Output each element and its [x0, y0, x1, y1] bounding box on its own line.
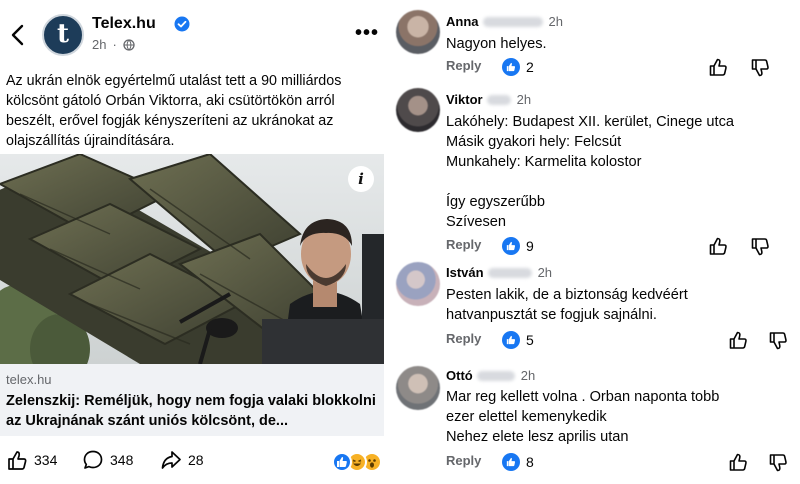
comment-likes-value: 5: [526, 332, 534, 348]
comment-line: Másik gyakori hely: Felcsút: [446, 134, 622, 150]
like-badge-icon: [502, 453, 520, 471]
comment-line: Munkahely: Karmelita kolostor: [446, 154, 642, 170]
thumbs-down-icon[interactable]: [768, 331, 788, 351]
comment-button[interactable]: 348: [82, 449, 133, 471]
comment-line: Szívesen: [446, 214, 507, 230]
share-button[interactable]: 28: [160, 449, 204, 471]
like-badge-icon: [502, 237, 520, 255]
comment-line: Mar reg kellett volna . Orban naponta to…: [446, 389, 720, 405]
post-text: Az ukrán elnök egyértelmű utalást tett a…: [6, 73, 342, 149]
commenter-name[interactable]: Viktor: [446, 92, 483, 107]
comment-actions: Reply 2: [446, 58, 796, 78]
page-name[interactable]: Telex.hu: [92, 15, 156, 33]
comment-line: Nehez elete lesz aprilis utan: [446, 429, 629, 445]
commenter-name[interactable]: Anna: [446, 14, 479, 29]
share-icon: [161, 451, 181, 469]
commenter-name-row: Ottó 2h: [446, 368, 535, 383]
comment-line: Pesten lakik, de a biztonság kedvéért: [446, 287, 688, 303]
comment-count: 348: [110, 452, 134, 468]
commenter-avatar[interactable]: [396, 88, 440, 132]
commenter-avatar[interactable]: [396, 366, 440, 410]
comment-text: Lakóhely: Budapest XII. kerület, Cinege …: [446, 112, 734, 232]
comment-icon: [83, 450, 103, 469]
link-preview[interactable]: telex.hu Zelenszkij: Reméljük, hogy nem …: [0, 364, 384, 436]
comment-time: 2h: [548, 14, 563, 29]
thumbs-up-icon[interactable]: [708, 236, 728, 256]
comment-actions: Reply 8: [446, 453, 796, 473]
missile-launcher-photo: [0, 154, 384, 364]
commenter-name-row: István 2h: [446, 265, 552, 280]
link-title: Zelenszkij: Reméljük, hogy nem fogja val…: [6, 393, 376, 429]
comment-line: Nagyon helyes.: [446, 36, 547, 52]
commenter-avatar[interactable]: [396, 10, 440, 54]
comment-likes-value: 9: [526, 238, 534, 254]
reaction-icons[interactable]: [332, 452, 386, 472]
comment-line: [446, 172, 734, 192]
globe-icon: [123, 38, 135, 51]
comment-like-count[interactable]: 8: [502, 453, 534, 471]
post-image[interactable]: i: [0, 154, 384, 364]
redacted-surname: [482, 16, 543, 27]
reply-button[interactable]: Reply: [446, 453, 481, 468]
comment-actions: Reply 9: [446, 237, 796, 257]
comment-actions: Reply 5: [446, 331, 796, 351]
page-avatar[interactable]: t: [42, 14, 84, 56]
comment-text: Mar reg kellett volna . Orban naponta to…: [446, 387, 719, 447]
page-avatar-logo: t: [56, 19, 69, 49]
comment-line: Lakóhely: Budapest XII. kerület, Cinege …: [446, 114, 734, 130]
comments-panel: Anna 2h Nagyon helyes. Reply 2 Viktor 2h…: [392, 0, 800, 484]
comment-like-count[interactable]: 5: [502, 331, 534, 349]
reply-button[interactable]: Reply: [446, 58, 481, 73]
thumbs-down-icon[interactable]: [768, 453, 788, 473]
redacted-surname: [486, 94, 511, 105]
comment-time: 2h: [537, 265, 553, 280]
facebook-post: t Telex.hu 2h · ••• Az ukrán elnök egyér…: [0, 0, 392, 484]
comment-text: Pesten lakik, de a biztonság kedvéért ha…: [446, 285, 688, 325]
post-time[interactable]: 2h: [92, 37, 106, 52]
reply-button[interactable]: Reply: [446, 237, 481, 252]
comment-line: ezer elettel kemenykedik: [446, 409, 607, 425]
thumbs-up-icon[interactable]: [708, 57, 728, 77]
redacted-surname: [476, 370, 515, 381]
comment-line: Így egyszerűbb: [446, 194, 545, 210]
reply-button[interactable]: Reply: [446, 331, 481, 346]
more-options-icon[interactable]: •••: [355, 23, 379, 43]
verified-badge-icon: [174, 16, 190, 32]
thumbs-up-icon[interactable]: [728, 330, 748, 350]
post-meta: 2h ·: [92, 37, 135, 52]
back-arrow-icon[interactable]: [8, 22, 28, 48]
post-actions-bar: 334 348 28: [0, 446, 392, 474]
like-icon: [8, 451, 27, 470]
comment-time: 2h: [516, 92, 532, 107]
thumbs-down-icon[interactable]: [750, 58, 770, 78]
commenter-avatar[interactable]: [396, 262, 440, 306]
comment-time: 2h: [520, 368, 536, 383]
like-count: 334: [34, 452, 58, 468]
comment-like-count[interactable]: 2: [502, 58, 534, 76]
commenter-name-row: Anna 2h: [446, 14, 563, 29]
like-badge-icon: [502, 331, 520, 349]
share-count: 28: [188, 452, 204, 468]
comment-text: Nagyon helyes.: [446, 34, 547, 54]
thumbs-up-icon[interactable]: [728, 452, 748, 472]
like-reaction-icon: [332, 452, 352, 472]
commenter-name-row: Viktor 2h: [446, 92, 531, 107]
commenter-name[interactable]: István: [446, 265, 484, 280]
link-domain: telex.hu: [6, 372, 52, 387]
comment-line: hatvanpusztát se fogjuk sajnálni.: [446, 307, 657, 323]
like-button[interactable]: 334: [6, 449, 57, 471]
comment-like-count[interactable]: 9: [502, 237, 534, 255]
comment-likes-value: 8: [526, 454, 534, 470]
thumbs-down-icon[interactable]: [750, 237, 770, 257]
commenter-name[interactable]: Ottó: [446, 368, 473, 383]
like-badge-icon: [502, 58, 520, 76]
image-info-icon[interactable]: i: [348, 166, 374, 192]
comment-likes-value: 2: [526, 59, 534, 75]
redacted-surname: [487, 267, 532, 278]
